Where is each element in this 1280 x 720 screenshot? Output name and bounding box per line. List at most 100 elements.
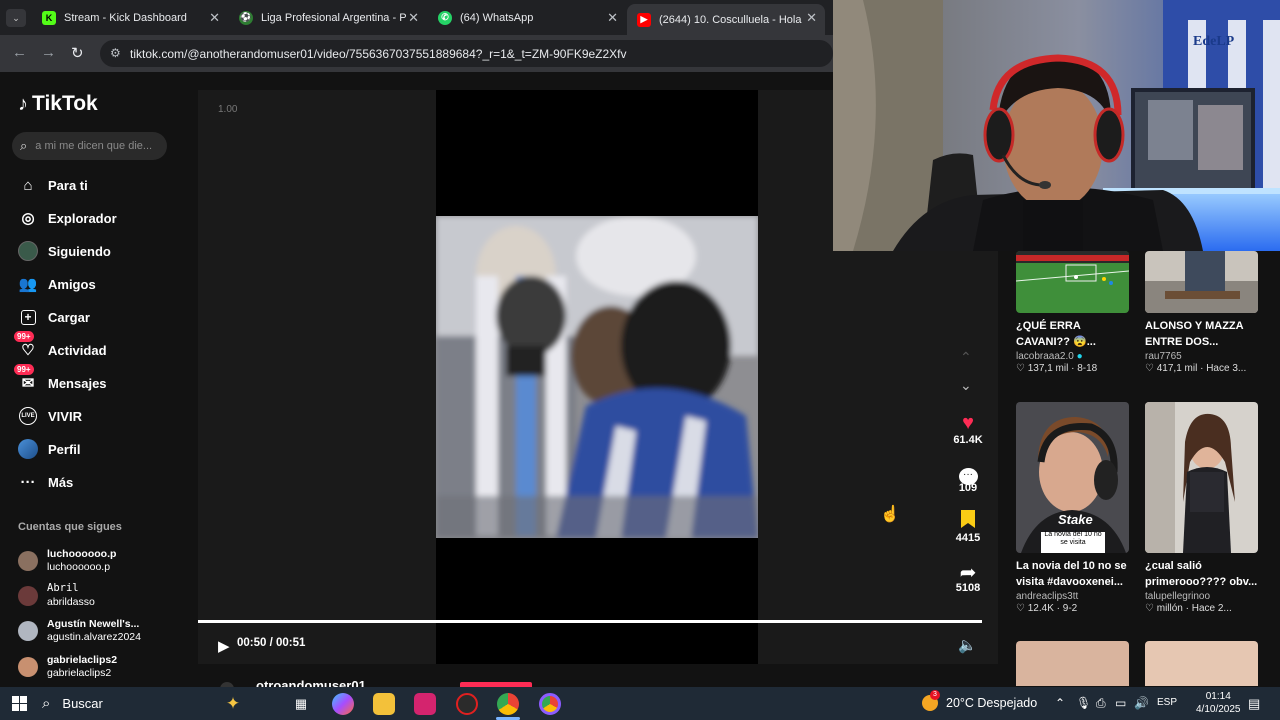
close-icon[interactable]: ✕: [408, 10, 419, 26]
video-thumbnail[interactable]: Stake La novia del 10 no se visita: [1016, 402, 1129, 553]
printer-icon[interactable]: ⎙: [1096, 696, 1106, 711]
video-card[interactable]: ¿cual salió primerooo???? obv... talupel…: [1145, 402, 1258, 614]
next-video-chevron-icon[interactable]: ⌄: [960, 377, 972, 394]
chrome-profile-icon[interactable]: [539, 693, 561, 715]
video-card[interactable]: [1145, 641, 1258, 686]
task-view-icon[interactable]: ▦: [290, 693, 312, 715]
browser-tab-strip: ⌄ K Stream - Kick Dashboard ✕ ⚽ Liga Pro…: [0, 0, 833, 35]
close-icon[interactable]: ✕: [607, 10, 618, 26]
video-card-author[interactable]: rau7765: [1145, 351, 1258, 362]
video-card[interactable]: [1016, 641, 1129, 686]
followed-account[interactable]: gabrielaclips2 gabrielaclips2: [18, 654, 117, 680]
file-explorer-icon[interactable]: [373, 693, 395, 715]
volume-icon[interactable]: 🔈: [958, 636, 977, 654]
chevron-up-icon[interactable]: ⌃: [1055, 696, 1065, 710]
video-thumbnail[interactable]: [1145, 251, 1258, 313]
nav-item-perfil[interactable]: Perfil: [18, 436, 81, 462]
browser-tab-kick[interactable]: K Stream - Kick Dashboard ✕: [32, 4, 228, 31]
soccer-ball-icon: ⚽: [239, 10, 253, 25]
video-card-author[interactable]: talupellegrinoo: [1145, 591, 1258, 602]
speaker-icon[interactable]: 🔊: [1134, 696, 1149, 710]
copilot-sparkle-icon[interactable]: ✦: [222, 693, 244, 715]
account-handle: abrildasso: [47, 596, 95, 608]
reload-icon[interactable]: ↻: [71, 44, 84, 62]
video-author-strip: otroandomuser01: [198, 672, 838, 687]
video-thumbnail[interactable]: [1145, 641, 1258, 686]
share-arrow-icon: ➦: [959, 562, 977, 584]
video-thumbnail[interactable]: [1016, 251, 1129, 313]
network-icon[interactable]: ▭: [1115, 696, 1126, 710]
nav-label: Explorador: [48, 210, 117, 226]
save-button[interactable]: 4415: [948, 510, 988, 544]
nav-item-para-ti[interactable]: ⌂ Para ti: [18, 172, 88, 198]
account-handle: luchoooooo.p: [47, 561, 111, 573]
nav-item-cargar[interactable]: + Cargar: [18, 304, 90, 330]
site-info-icon[interactable]: ⚙: [110, 46, 121, 60]
system-clock[interactable]: 01:14 4/10/2025: [1196, 690, 1241, 716]
video-card[interactable]: Stake La novia del 10 no se visita La no…: [1016, 402, 1129, 614]
progress-bar[interactable]: [198, 620, 982, 623]
taskbar-search[interactable]: ⌕ Buscar: [42, 687, 103, 720]
tab-title: Stream - Kick Dashboard: [64, 11, 187, 24]
video-frame[interactable]: [436, 216, 758, 538]
video-card-author[interactable]: andreaclips3tt: [1016, 591, 1129, 602]
recommendation-feed: ¿QUÉ ERRA CAVANI?? 😨... lacobraaa2.0 ● ♡…: [998, 251, 1280, 686]
weather-alert-badge: 3: [930, 690, 940, 700]
address-bar[interactable]: ⚙ tiktok.com/@anotherandomuser01/video/7…: [100, 40, 833, 67]
search-input[interactable]: ⌕ a mi me dicen que die...: [12, 132, 167, 160]
language-indicator[interactable]: ESP: [1157, 697, 1177, 708]
chrome-icon[interactable]: [497, 693, 519, 715]
nav-item-vivir[interactable]: LIVE VIVIR: [18, 403, 82, 429]
comment-button[interactable]: ··· 109: [948, 460, 988, 494]
video-card-author[interactable]: lacobraaa2.0: [1016, 351, 1074, 362]
windows-taskbar: ⌕ Buscar ✦ ▦ 20°C Despejado 3 ⌃ 🎙 ⎙ ▭ 🔊 …: [0, 687, 1280, 720]
snipping-tool-icon[interactable]: [414, 693, 436, 715]
like-button[interactable]: ♥ 61.4K: [948, 412, 988, 446]
video-thumbnail[interactable]: [1145, 402, 1258, 553]
video-card-meta: ♡ 12.4K · 9-2: [1016, 603, 1078, 614]
nav-label: Amigos: [48, 276, 96, 292]
nav-item-amigos[interactable]: 👥 Amigos: [18, 271, 96, 297]
forward-arrow-icon[interactable]: →: [41, 44, 56, 61]
nav-item-siguiendo[interactable]: Siguiendo: [18, 238, 111, 264]
close-icon[interactable]: ✕: [209, 10, 220, 26]
browser-tab-liga[interactable]: ⚽ Liga Profesional Argentina - PO ✕: [229, 4, 427, 31]
tiktok-sidebar: ♪ TikTok ⌕ a mi me dicen que die... ⌂ Pa…: [0, 72, 198, 686]
windows-start-icon[interactable]: [12, 696, 27, 711]
playback-speed[interactable]: 1.00: [218, 104, 237, 115]
browser-tab-whatsapp[interactable]: ✆ (64) WhatsApp ✕: [428, 4, 626, 31]
play-icon[interactable]: ▶: [218, 637, 230, 655]
video-thumbnail[interactable]: [1016, 641, 1129, 686]
video-author-name[interactable]: otroandomuser01: [256, 678, 366, 687]
account-name: Agustín Newell's...: [47, 618, 140, 630]
nav-label: Para ti: [48, 177, 88, 193]
followed-account[interactable]: 𝙰𝚋𝚛𝚒𝚕 abrildasso: [18, 583, 95, 609]
followed-account[interactable]: luchoooooo.p luchoooooo.p: [18, 548, 116, 574]
video-card-meta: ♡ 417,1 mil · Hace 3...: [1145, 363, 1247, 374]
followed-account[interactable]: Agustín Newell's... agustin.alvarez2024: [18, 618, 141, 644]
notification-badge: 99+: [14, 331, 34, 342]
video-card[interactable]: ¿QUÉ ERRA CAVANI?? 😨... lacobraaa2.0 ● ♡…: [1016, 251, 1129, 374]
tiktok-logo[interactable]: ♪ TikTok: [18, 92, 98, 116]
nav-item-explorador[interactable]: ◎ Explorador: [18, 205, 117, 231]
video-card-title: ¿cual salió primerooo???? obv...: [1145, 560, 1258, 588]
obs-app-icon[interactable]: [456, 693, 478, 715]
close-icon[interactable]: ✕: [806, 10, 817, 26]
avatar: [18, 621, 38, 641]
nav-item-mas[interactable]: ··· Más: [18, 469, 74, 495]
share-button[interactable]: ➦ 5108: [948, 560, 988, 594]
clock-date: 4/10/2025: [1196, 704, 1241, 715]
tab-search-button[interactable]: ⌄: [6, 9, 26, 27]
mouse-cursor-icon: ☝: [880, 506, 900, 523]
browser-tab-youtube[interactable]: ▶ (2644) 10. Cosculluela - Hola Be ✕: [627, 4, 825, 35]
microphone-icon[interactable]: 🎙: [1076, 696, 1091, 710]
copilot-app-icon[interactable]: [332, 693, 354, 715]
notification-icon[interactable]: ▤: [1248, 696, 1260, 712]
nav-item-actividad[interactable]: ♡ 99+ Actividad: [14, 331, 107, 363]
video-card[interactable]: ALONSO Y MAZZA ENTRE DOS... rau7765 ♡ 41…: [1145, 251, 1258, 374]
nav-label: Perfil: [48, 441, 81, 457]
back-arrow-icon[interactable]: ←: [12, 44, 27, 61]
nav-item-mensajes[interactable]: ✉ 99+ Mensajes: [14, 364, 107, 396]
taskbar-search-label: Buscar: [62, 696, 103, 711]
previous-video-chevron-icon[interactable]: ⌃: [960, 349, 972, 366]
